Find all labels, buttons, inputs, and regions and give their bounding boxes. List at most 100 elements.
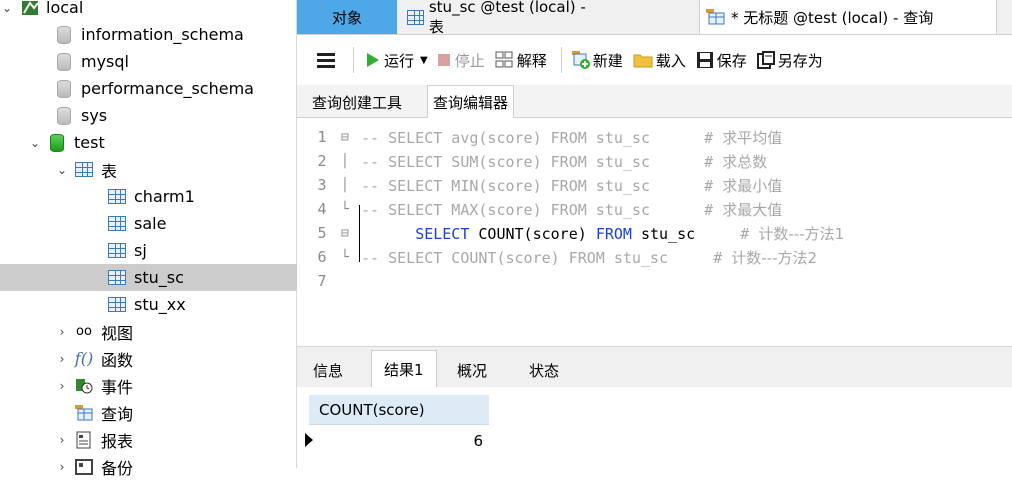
chevron-right-icon[interactable]: ›	[55, 349, 69, 369]
tree-connection-local[interactable]: ⌄ local	[0, 0, 296, 21]
toolbar-separator	[560, 47, 562, 73]
database-icon	[55, 79, 73, 98]
code-comment-cn: 求平均值	[722, 128, 783, 147]
code-comment: #	[695, 224, 759, 243]
table-icon	[108, 296, 126, 314]
tab-query-builder[interactable]: 查询创建工具	[307, 87, 407, 117]
stop-icon	[437, 54, 450, 66]
save-icon	[696, 52, 713, 68]
line-number: 1	[317, 128, 327, 146]
tree-label: local	[46, 0, 84, 17]
table-icon	[108, 215, 126, 233]
tree-label: sale	[134, 214, 167, 233]
fold-marker[interactable]: ⊟	[341, 226, 349, 241]
tab-label: 信息	[313, 361, 344, 380]
code-comment-cn: 求最小值	[722, 176, 783, 195]
tab-objects[interactable]: 对象	[297, 0, 397, 34]
editor-line: 1 ⊟ -- SELECT avg(score) FROM stu_sc # 求…	[297, 125, 1012, 149]
tree-label: mysql	[81, 52, 129, 71]
result-cell[interactable]: 6	[309, 427, 489, 455]
tree-label: 事件	[101, 377, 134, 397]
table-folder-icon	[75, 161, 93, 179]
line-number: 5	[317, 224, 327, 242]
tree-label: 备份	[101, 458, 134, 478]
chevron-right-icon[interactable]: ›	[55, 376, 69, 396]
document-tab-bar: 对象 stu_sc @test (local) - 表 * 无标题 @test …	[297, 0, 1012, 36]
new-query-icon	[571, 51, 590, 69]
tab-query-editor[interactable]: 查询编辑器	[427, 85, 515, 118]
tab-result-1[interactable]: 结果1	[371, 350, 437, 388]
tab-info[interactable]: 信息	[305, 353, 351, 387]
table-icon	[407, 9, 424, 25]
tab-status[interactable]: 状态	[521, 353, 567, 387]
explain-button[interactable]: 解释	[495, 45, 547, 75]
code-comment: -- SELECT COUNT(score) FROM stu_sc #	[361, 248, 732, 267]
tree-label: 视图	[101, 323, 134, 343]
tree-label: 报表	[101, 431, 134, 451]
sql-editor[interactable]: 1 ⊟ -- SELECT avg(score) FROM stu_sc # 求…	[297, 118, 1012, 346]
code-comment: -- SELECT SUM(score) FROM stu_sc #	[361, 152, 723, 171]
code-comment-cn: 计数---方法1	[758, 224, 845, 243]
chevron-right-icon[interactable]: ›	[55, 322, 69, 342]
chevron-right-icon[interactable]: ›	[55, 430, 69, 450]
tab-overview[interactable]: 概况	[449, 353, 495, 387]
tab-label: 查询创建工具	[312, 93, 403, 112]
chevron-down-icon[interactable]: ⌄	[0, 0, 14, 18]
chevron-down-icon[interactable]: ⌄	[55, 160, 69, 180]
line-number: 4	[317, 200, 327, 218]
chevron-right-icon[interactable]: ›	[55, 457, 69, 477]
new-button[interactable]: 新建	[571, 45, 623, 75]
tab-table-stu-sc[interactable]: stu_sc @test (local) - 表	[401, 0, 593, 36]
tree-label: 查询	[101, 404, 134, 424]
save-as-label: 另存为	[777, 51, 823, 70]
query-icon	[706, 9, 726, 25]
code-comment: -- SELECT MIN(score) FROM stu_sc #	[361, 176, 723, 195]
line-number: 2	[317, 152, 327, 170]
fold-marker[interactable]: ⊟	[341, 130, 349, 145]
run-button[interactable]: 运行 ▼	[364, 45, 428, 75]
tab-label: * 无标题 @test (local) - 查询	[731, 8, 934, 27]
load-button[interactable]: 载入	[633, 45, 686, 75]
database-icon	[55, 25, 73, 44]
save-button[interactable]: 保存	[696, 45, 747, 75]
new-label: 新建	[592, 51, 623, 70]
play-icon	[367, 53, 379, 67]
run-dropdown-icon[interactable]: ▼	[420, 55, 428, 66]
sql-keyword-from: FROM	[595, 224, 632, 243]
line-number: 6	[317, 248, 327, 266]
chevron-down-icon[interactable]: ⌄	[28, 133, 42, 153]
glasses-icon: oo	[76, 324, 92, 339]
tree-label: test	[74, 133, 105, 152]
tab-label: 对象	[331, 8, 362, 27]
tree-label: information_schema	[81, 25, 244, 44]
event-clock-icon	[75, 377, 93, 395]
table-icon	[108, 242, 126, 260]
load-label: 载入	[655, 51, 686, 70]
editor-subtabs: 查询创建工具 查询编辑器	[297, 85, 1012, 118]
folder-icon	[633, 54, 653, 68]
stop-button[interactable]: 停止	[437, 45, 485, 75]
save-label: 保存	[716, 51, 747, 70]
column-header[interactable]: COUNT(score)	[309, 395, 489, 425]
connection-icon	[20, 0, 38, 17]
fold-marker: └	[341, 201, 349, 217]
fold-marker: │	[341, 177, 349, 193]
tree-label: sys	[81, 106, 108, 125]
save-as-button[interactable]: 另存为	[756, 45, 823, 75]
tree-db-test[interactable]: ⌄ test	[0, 129, 324, 156]
run-label: 运行	[384, 51, 415, 70]
explain-icon	[495, 51, 513, 68]
column-header-label: COUNT(score)	[319, 400, 425, 419]
tree-label: charm1	[134, 187, 195, 206]
tab-label: 概况	[457, 361, 488, 380]
tab-untitled-query[interactable]: * 无标题 @test (local) - 查询	[699, 0, 997, 34]
explain-label: 解释	[516, 51, 547, 70]
code-comment-cn: 计数---方法2	[731, 248, 818, 267]
menu-button[interactable]	[317, 45, 335, 75]
query-toolbar: 运行 ▼ 停止 解释 新建 载入 保存 另存为	[297, 35, 1012, 85]
hamburger-icon	[317, 53, 335, 68]
database-icon	[48, 133, 66, 152]
query-icon	[75, 404, 93, 422]
code-comment: -- SELECT avg(score) FROM stu_sc #	[361, 128, 723, 147]
tree-label: stu_sc	[134, 268, 184, 287]
